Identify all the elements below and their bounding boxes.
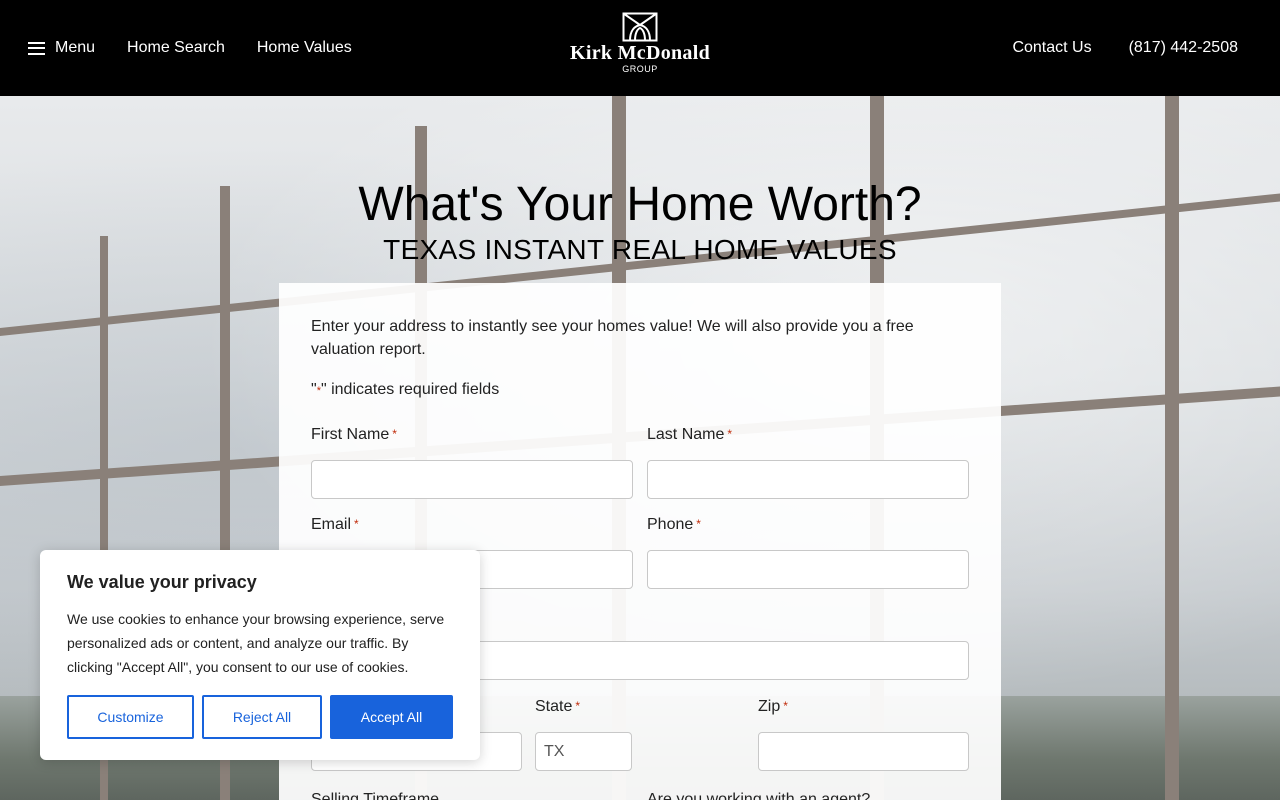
form-intro: Enter your address to instantly see your… bbox=[311, 318, 914, 358]
nav-right: Contact Us (817) 442-2508 bbox=[975, 0, 1238, 96]
logo-mark-icon bbox=[622, 12, 658, 42]
phone-label: Phone * bbox=[647, 516, 701, 534]
selling-timeframe-label: Selling Timeframe bbox=[311, 791, 440, 800]
nav-phone-link[interactable]: (817) 442-2508 bbox=[1129, 39, 1238, 57]
cookie-title: We value your privacy bbox=[67, 572, 257, 592]
first-name-label: First Name * bbox=[311, 426, 397, 444]
zip-label: Zip * bbox=[758, 698, 788, 716]
page-title: What's Your Home Worth? bbox=[358, 178, 922, 231]
reject-all-button[interactable]: Reject All bbox=[202, 695, 322, 739]
required-note-text: " indicates required fields bbox=[320, 381, 500, 398]
page-subtitle: TEXAS INSTANT REAL HOME VALUES bbox=[383, 234, 897, 265]
last-name-field[interactable] bbox=[647, 460, 969, 499]
last-name-label: Last Name * bbox=[647, 426, 732, 444]
customize-button[interactable]: Customize bbox=[67, 695, 194, 739]
nav-home-values[interactable]: Home Values bbox=[257, 39, 352, 57]
state-field[interactable] bbox=[535, 732, 632, 771]
phone-label-text: Phone bbox=[647, 516, 694, 533]
required-star: * bbox=[783, 699, 788, 713]
required-star: * bbox=[575, 699, 581, 713]
nav-left: Menu Home Search Home Values bbox=[28, 0, 384, 96]
nav-home-search[interactable]: Home Search bbox=[127, 39, 225, 57]
logo-subtitle: GROUP bbox=[622, 64, 658, 74]
required-star: * bbox=[392, 427, 397, 441]
required-star: * bbox=[696, 517, 701, 531]
zip-field[interactable] bbox=[758, 732, 969, 771]
logo-name: Kirk McDonald bbox=[569, 42, 710, 64]
last-name-label-text: Last Name bbox=[647, 426, 725, 443]
cookie-buttons: Customize Reject All Accept All bbox=[67, 695, 461, 739]
first-name-label-text: First Name bbox=[311, 426, 390, 443]
cookie-consent-banner: We value your privacy We use cookies to … bbox=[40, 550, 480, 760]
hamburger-icon bbox=[28, 41, 45, 55]
state-label: State * bbox=[535, 698, 580, 716]
accept-all-button[interactable]: Accept All bbox=[330, 695, 453, 739]
menu-button[interactable]: Menu bbox=[28, 39, 95, 57]
required-star: * bbox=[727, 427, 733, 441]
state-label-text: State bbox=[535, 698, 573, 715]
site-logo[interactable]: Kirk McDonald GROUP bbox=[560, 12, 720, 82]
nav-contact-us[interactable]: Contact Us bbox=[1012, 39, 1091, 57]
email-label: Email * bbox=[311, 516, 359, 534]
site-header: Menu Home Search Home Values Kirk McDona… bbox=[0, 0, 1280, 96]
email-label-text: Email bbox=[311, 516, 352, 533]
hero-titles: What's Your Home Worth? TEXAS INSTANT RE… bbox=[0, 178, 1280, 266]
cookie-text: We use cookies to enhance your browsing … bbox=[67, 611, 445, 675]
agent-question-label: Are you working with an agent? bbox=[647, 791, 871, 800]
phone-field[interactable] bbox=[647, 550, 969, 589]
first-name-field[interactable] bbox=[311, 460, 633, 499]
menu-label: Menu bbox=[55, 39, 96, 56]
zip-label-text: Zip bbox=[758, 698, 781, 715]
required-fields-note: "*" indicates required fields bbox=[311, 381, 969, 399]
required-star: * bbox=[354, 517, 359, 531]
